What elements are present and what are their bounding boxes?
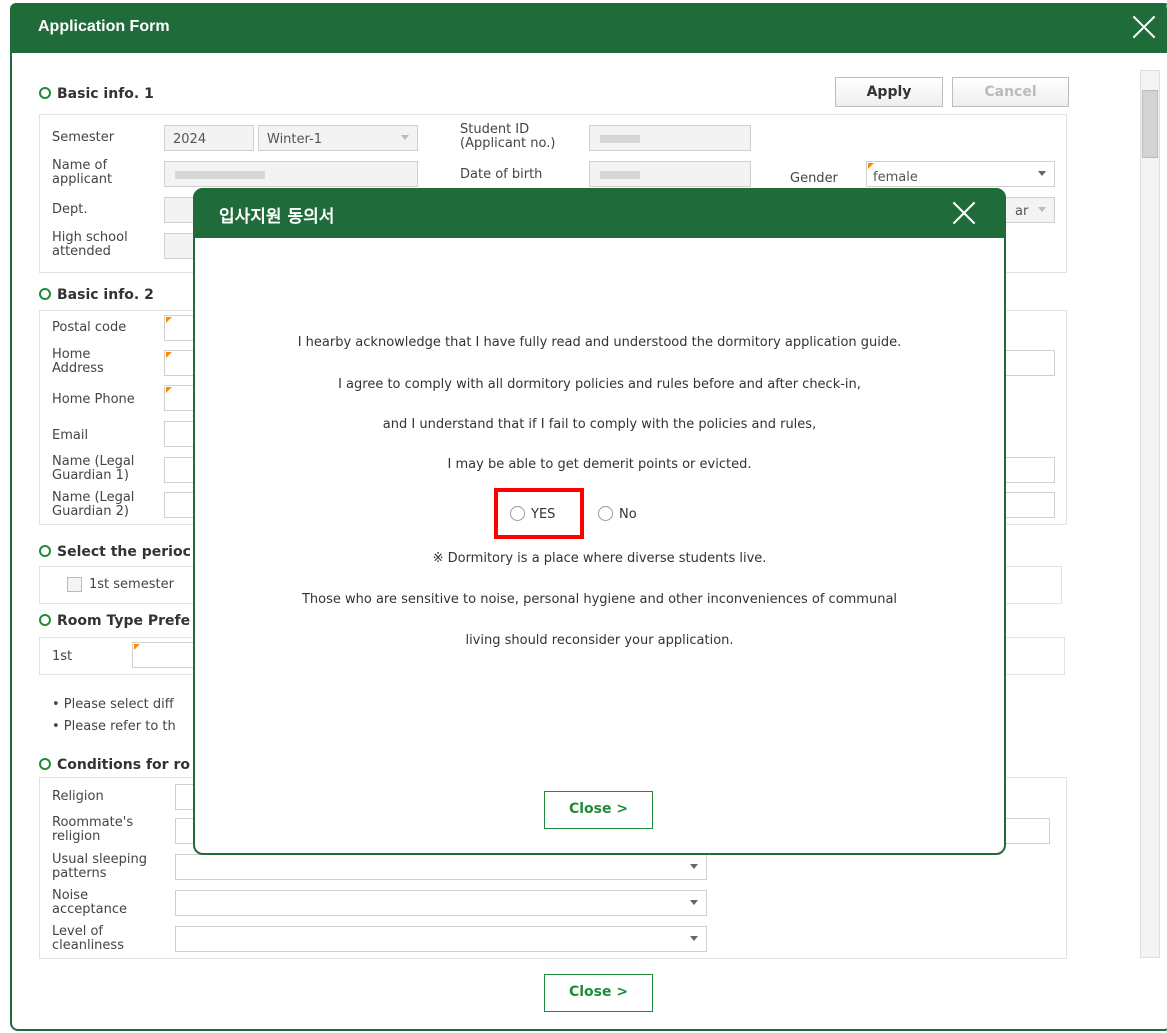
modal-close-button[interactable]: Close > (544, 791, 653, 829)
first-semester-label: 1st semester (89, 577, 174, 592)
window-titlebar: Application Form (10, 3, 1167, 53)
roommate-religion-extra[interactable] (1000, 818, 1050, 844)
noise-label: Noise acceptance (52, 888, 127, 917)
note-2: • Please refer to th (52, 719, 176, 734)
guardian1-label: Name (Legal Guardian 1) (52, 454, 135, 483)
redacted-value (600, 171, 640, 179)
chevron-down-icon (690, 864, 698, 869)
religion-label: Religion (52, 789, 104, 804)
student-id-field (589, 125, 751, 151)
room-type-select[interactable] (132, 642, 202, 668)
gender-label: Gender (790, 171, 838, 186)
notice-line-2: Those who are sensitive to noise, person… (301, 592, 898, 607)
bullet-icon (39, 288, 51, 300)
modal-header: 입사지원 동의서 (193, 188, 1006, 238)
bullet-icon (39, 758, 51, 770)
semester-term-value: Winter-1 (267, 132, 322, 147)
home-address-detail-input[interactable] (1000, 350, 1055, 376)
section-room-type: Room Type Prefe (39, 613, 190, 629)
scrollbar-thumb[interactable] (1142, 90, 1158, 158)
consent-line-4: I may be able to get demerit points or e… (447, 457, 752, 472)
roommate-religion-label: Roommate's religion (52, 815, 134, 844)
home-address-label: Home Address (52, 347, 104, 376)
cleanliness-label: Level of cleanliness (52, 924, 124, 953)
name-field (164, 161, 418, 187)
bullet-icon (39, 87, 51, 99)
yes-radio[interactable] (510, 506, 525, 521)
section-basic-info-2: Basic info. 2 (39, 287, 154, 303)
redacted-value (600, 135, 640, 143)
yes-label: YES (531, 507, 556, 522)
cancel-button[interactable]: Cancel (952, 77, 1069, 107)
section-basic-info-1: Basic info. 1 (39, 86, 154, 102)
guardian1-phone-input[interactable] (1000, 457, 1055, 483)
notice-line-1: ※ Dormitory is a place where diverse stu… (432, 551, 767, 566)
section-heading: Basic info. 2 (57, 287, 154, 303)
modal-title: 입사지원 동의서 (219, 207, 335, 227)
postal-label: Postal code (52, 320, 127, 335)
consent-line-3: and I understand that if I fail to compl… (382, 417, 817, 432)
cleanliness-select[interactable] (175, 926, 707, 952)
dob-field (589, 161, 751, 187)
guardian2-label: Name (Legal Guardian 2) (52, 490, 135, 519)
student-id-label: Student ID (Applicant no.) (460, 122, 556, 151)
gender-value: female (873, 170, 918, 185)
note-1: • Please select diff (52, 697, 174, 712)
bullet-icon (39, 545, 51, 557)
first-semester-checkbox[interactable] (67, 577, 82, 592)
sleeping-select[interactable] (175, 854, 707, 880)
section-heading: Room Type Prefe (57, 613, 191, 629)
email-label: Email (52, 428, 89, 443)
footer-close-button[interactable]: Close > (544, 974, 653, 1012)
section-heading: Conditions for ro (57, 757, 190, 773)
redacted-value (175, 171, 265, 179)
semester-year-value: 2024 (173, 132, 207, 147)
room-rank-label: 1st (52, 649, 73, 664)
sleeping-label: Usual sleeping patterns (52, 852, 147, 881)
consent-line-2: I agree to comply with all dormitory pol… (338, 377, 861, 392)
section-period: Select the perioc (39, 544, 191, 560)
section-conditions: Conditions for ro (39, 757, 190, 773)
semester-label: Semester (52, 130, 115, 145)
section-heading: Basic info. 1 (57, 86, 154, 102)
section-heading: Select the perioc (57, 544, 191, 560)
chevron-down-icon (1038, 171, 1046, 176)
dob-label: Date of birth (460, 167, 543, 182)
noise-select[interactable] (175, 890, 707, 916)
dept-label: Dept. (52, 202, 88, 217)
home-phone-label: Home Phone (52, 392, 135, 407)
guardian2-phone-input[interactable] (1000, 492, 1055, 518)
semester-term-select[interactable]: Winter-1 (258, 125, 418, 151)
gender-select[interactable]: female (866, 161, 1055, 187)
year-value: ar (1015, 204, 1029, 219)
name-label: Name of applicant (52, 158, 113, 187)
no-option[interactable]: No (598, 506, 637, 522)
semester-year-select[interactable]: 2024 (164, 125, 254, 151)
window-close-icon[interactable] (1131, 14, 1157, 40)
no-label: No (619, 507, 637, 522)
notice-line-3: living should reconsider your applicatio… (465, 633, 734, 648)
consent-line-1: I hearby acknowledge that I have fully r… (297, 335, 902, 350)
scrollbar-track[interactable] (1140, 70, 1160, 958)
highschool-label: High school attended (52, 230, 128, 259)
modal-close-icon[interactable] (951, 200, 977, 226)
yes-option[interactable]: YES (510, 506, 555, 522)
bullet-icon (39, 614, 51, 626)
year-select[interactable]: ar (1000, 197, 1055, 223)
chevron-down-icon (401, 135, 409, 140)
chevron-down-icon (1038, 207, 1046, 212)
window-title: Application Form (38, 18, 170, 35)
apply-button[interactable]: Apply (835, 77, 943, 107)
chevron-down-icon (690, 936, 698, 941)
no-radio[interactable] (598, 506, 613, 521)
chevron-down-icon (690, 900, 698, 905)
